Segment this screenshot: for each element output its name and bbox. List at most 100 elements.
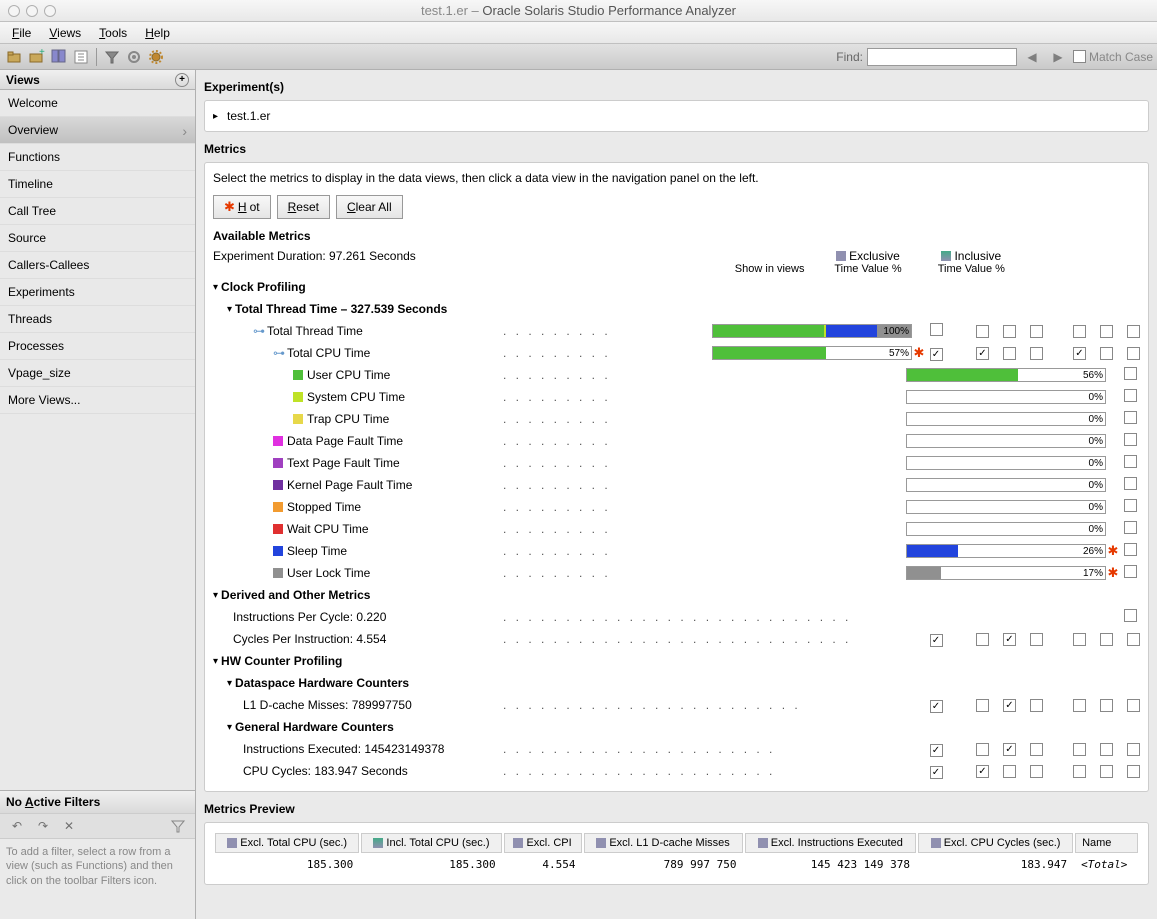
find-input[interactable]	[867, 48, 1017, 66]
checkbox[interactable]	[1073, 325, 1086, 338]
checkbox[interactable]	[1124, 455, 1137, 468]
checkbox[interactable]	[976, 633, 989, 646]
filter-icon[interactable]	[169, 817, 187, 835]
chevron-right-icon[interactable]: ▸	[213, 111, 218, 122]
checkbox[interactable]	[930, 634, 943, 647]
nav-item-vpage-size[interactable]: Vpage_size	[0, 360, 195, 387]
chevron-down-icon[interactable]: ▾	[213, 656, 218, 667]
checkbox[interactable]	[1030, 743, 1043, 756]
col-header[interactable]: Excl. CPU Cycles (sec.)	[918, 833, 1073, 853]
checkbox[interactable]	[976, 743, 989, 756]
checkbox[interactable]	[930, 323, 943, 336]
checkbox[interactable]	[1127, 325, 1140, 338]
nav-item-processes[interactable]: Processes	[0, 333, 195, 360]
checkbox[interactable]	[1127, 765, 1140, 778]
nav-item-welcome[interactable]: Welcome	[0, 90, 195, 117]
checkbox[interactable]	[976, 325, 989, 338]
checkbox[interactable]	[1003, 743, 1016, 756]
nav-item-threads[interactable]: Threads	[0, 306, 195, 333]
redo-icon[interactable]: ↷	[34, 817, 52, 835]
checkbox[interactable]	[1127, 347, 1140, 360]
checkbox[interactable]	[1030, 325, 1043, 338]
checkbox[interactable]	[930, 700, 943, 713]
checkbox[interactable]	[1100, 325, 1113, 338]
nav-item-more-views-[interactable]: More Views...	[0, 387, 195, 414]
checkbox[interactable]	[1003, 633, 1016, 646]
delete-icon[interactable]: ✕	[60, 817, 78, 835]
col-header[interactable]: Excl. Instructions Executed	[745, 833, 917, 853]
menu-views[interactable]: Views	[41, 24, 89, 42]
find-prev-icon[interactable]: ◀	[1023, 48, 1041, 66]
find-next-icon[interactable]: ▶	[1049, 48, 1067, 66]
checkbox[interactable]	[1124, 389, 1137, 402]
hot-button[interactable]: ✱ Hot	[213, 195, 271, 219]
settings-icon[interactable]	[125, 48, 143, 66]
menu-tools[interactable]: Tools	[91, 24, 135, 42]
checkbox[interactable]	[1073, 743, 1086, 756]
checkbox[interactable]	[1100, 699, 1113, 712]
checkbox[interactable]	[1030, 347, 1043, 360]
menu-file[interactable]: File	[4, 24, 39, 42]
gear-icon[interactable]	[147, 48, 165, 66]
nav-item-callers-callees[interactable]: Callers-Callees	[0, 252, 195, 279]
col-header[interactable]: Excl. Total CPU (sec.)	[215, 833, 359, 853]
checkbox[interactable]	[1073, 633, 1086, 646]
undo-icon[interactable]: ↶	[8, 817, 26, 835]
checkbox[interactable]	[1124, 499, 1137, 512]
checkbox[interactable]	[976, 347, 989, 360]
chevron-down-icon[interactable]: ▾	[213, 282, 218, 293]
menu-help[interactable]: Help	[137, 24, 178, 42]
checkbox[interactable]	[1124, 543, 1137, 556]
checkbox[interactable]	[1030, 633, 1043, 646]
checkbox[interactable]	[1124, 367, 1137, 380]
checkbox[interactable]	[1124, 433, 1137, 446]
reset-button[interactable]: Reset	[277, 195, 330, 219]
checkbox[interactable]	[1124, 411, 1137, 424]
filter-icon[interactable]	[103, 48, 121, 66]
checkbox[interactable]	[1003, 347, 1016, 360]
checkbox[interactable]	[1100, 743, 1113, 756]
export-icon[interactable]	[72, 48, 90, 66]
checkbox[interactable]	[930, 766, 943, 779]
checkbox[interactable]	[930, 348, 943, 361]
nav-item-call-tree[interactable]: Call Tree	[0, 198, 195, 225]
match-case[interactable]: Match Case	[1073, 50, 1153, 64]
chevron-down-icon[interactable]: ▾	[213, 590, 218, 601]
checkbox[interactable]	[1100, 765, 1113, 778]
checkbox[interactable]	[1003, 325, 1016, 338]
col-header[interactable]: Name	[1075, 833, 1138, 853]
chevron-down-icon[interactable]: ▾	[227, 722, 232, 733]
nav-item-overview[interactable]: Overview	[0, 117, 195, 144]
checkbox[interactable]	[976, 699, 989, 712]
checkbox[interactable]	[1100, 633, 1113, 646]
checkbox[interactable]	[1003, 765, 1016, 778]
nav-item-experiments[interactable]: Experiments	[0, 279, 195, 306]
chevron-down-icon[interactable]: ▾	[227, 678, 232, 689]
checkbox[interactable]	[1100, 347, 1113, 360]
checkbox[interactable]	[976, 765, 989, 778]
checkbox[interactable]	[1124, 609, 1137, 622]
col-header[interactable]: Excl. CPI	[504, 833, 582, 853]
nav-item-source[interactable]: Source	[0, 225, 195, 252]
checkbox[interactable]	[1073, 765, 1086, 778]
checkbox[interactable]	[1030, 765, 1043, 778]
nav-item-timeline[interactable]: Timeline	[0, 171, 195, 198]
add-view-icon[interactable]: +	[175, 73, 189, 87]
col-header[interactable]: Excl. L1 D-cache Misses	[584, 833, 743, 853]
experiment-item[interactable]: ▸ test.1.er	[213, 109, 1140, 123]
compare-icon[interactable]	[50, 48, 68, 66]
add-icon[interactable]: +	[28, 48, 46, 66]
checkbox[interactable]	[1124, 565, 1137, 578]
clear-all-button[interactable]: Clear All	[336, 195, 403, 219]
checkbox[interactable]	[1124, 521, 1137, 534]
checkbox[interactable]	[1003, 699, 1016, 712]
open-icon[interactable]	[6, 48, 24, 66]
checkbox[interactable]	[1030, 699, 1043, 712]
checkbox[interactable]	[1073, 699, 1086, 712]
checkbox[interactable]	[1124, 477, 1137, 490]
chevron-down-icon[interactable]: ▾	[227, 304, 232, 315]
checkbox[interactable]	[1073, 347, 1086, 360]
nav-item-functions[interactable]: Functions	[0, 144, 195, 171]
checkbox[interactable]	[1127, 633, 1140, 646]
col-header[interactable]: Incl. Total CPU (sec.)	[361, 833, 501, 853]
